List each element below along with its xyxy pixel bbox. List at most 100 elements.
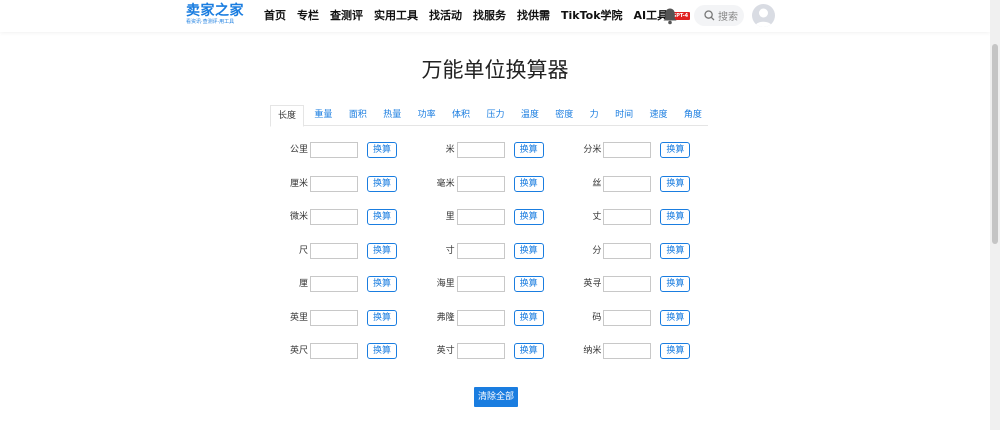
convert-button[interactable]: 换算 xyxy=(513,309,544,326)
logo-title: 卖家之家 xyxy=(186,3,244,19)
unit-label: 纳米 xyxy=(583,346,602,356)
unit-input[interactable] xyxy=(310,142,358,158)
unit-input[interactable] xyxy=(310,242,358,259)
convert-button[interactable]: 换算 xyxy=(660,276,691,292)
unit-input[interactable] xyxy=(456,175,505,192)
nav-events[interactable]: 找活动 xyxy=(429,9,462,23)
unit-cell: 微米 换算 xyxy=(270,209,417,243)
unit-cell: 弗隆 换算 xyxy=(417,309,564,344)
tab-force[interactable]: 力 xyxy=(584,105,605,125)
page-scrollbar[interactable] xyxy=(990,0,1000,430)
tab-heat[interactable]: 热量 xyxy=(377,105,407,125)
unit-cell: 丈 换算 xyxy=(563,209,710,243)
unit-cell: 英尺 换算 xyxy=(270,343,417,377)
unit-input[interactable] xyxy=(603,343,652,359)
tab-weight[interactable]: 重量 xyxy=(308,105,338,125)
nav-services[interactable]: 找服务 xyxy=(473,9,506,23)
convert-button[interactable]: 换算 xyxy=(660,175,691,192)
unit-label: 分 xyxy=(592,245,602,256)
convert-button[interactable]: 换算 xyxy=(513,175,544,192)
site-logo[interactable]: 卖家之家 看资讯·查测评·用工具 xyxy=(186,4,246,30)
convert-button[interactable]: 换算 xyxy=(660,142,691,158)
unit-row: 尺 换算 寸 换算 分 换算 xyxy=(270,242,710,277)
tab-time[interactable]: 时间 xyxy=(609,105,639,125)
unit-label: 海里 xyxy=(436,279,455,289)
unit-input[interactable] xyxy=(456,142,505,158)
unit-row: 英里 换算 弗隆 换算 码 换算 xyxy=(270,309,710,344)
unit-input[interactable] xyxy=(603,175,652,192)
unit-cell: 海里 换算 xyxy=(417,276,564,310)
unit-row: 厘 换算 海里 换算 英寻 换算 xyxy=(270,276,710,310)
convert-button[interactable]: 换算 xyxy=(660,242,691,259)
unit-label: 毫米 xyxy=(436,178,455,189)
search-button[interactable]: 搜索 xyxy=(694,5,744,26)
tab-angle[interactable]: 角度 xyxy=(678,105,708,125)
convert-button[interactable]: 换算 xyxy=(367,343,397,359)
tab-pressure[interactable]: 压力 xyxy=(480,105,510,125)
convert-button[interactable]: 换算 xyxy=(367,242,397,259)
tab-power[interactable]: 功率 xyxy=(412,105,442,125)
convert-button[interactable]: 换算 xyxy=(367,175,397,192)
unit-input[interactable] xyxy=(603,276,652,292)
tab-temperature[interactable]: 温度 xyxy=(515,105,545,125)
bell-icon[interactable] xyxy=(662,7,678,25)
convert-button[interactable]: 换算 xyxy=(513,242,544,259)
unit-cell: 纳米 换算 xyxy=(563,343,710,377)
convert-button[interactable]: 换算 xyxy=(367,276,397,292)
unit-label: 英尺 xyxy=(289,346,308,356)
nav-supply[interactable]: 找供需 xyxy=(517,9,550,23)
unit-input[interactable] xyxy=(456,276,505,292)
convert-button[interactable]: 换算 xyxy=(660,343,691,359)
logo-tagline: 看资讯·查测评·用工具 xyxy=(186,19,235,25)
nav-home[interactable]: 首页 xyxy=(264,9,286,23)
unit-label: 丝 xyxy=(592,178,602,189)
unit-input[interactable] xyxy=(456,343,505,359)
nav-reviews[interactable]: 查测评 xyxy=(330,9,363,23)
convert-button[interactable]: 换算 xyxy=(660,209,691,225)
unit-label: 厘米 xyxy=(289,178,308,189)
unit-input[interactable] xyxy=(603,242,652,259)
unit-label: 弗隆 xyxy=(436,312,455,323)
top-header: 卖家之家 看资讯·查测评·用工具 首页 专栏 查测评 实用工具 找活动 找服务 … xyxy=(0,0,990,32)
nav-tiktok[interactable]: TikTok学院 xyxy=(561,9,623,23)
clear-all-button[interactable]: 清除全部 xyxy=(474,387,518,407)
convert-button[interactable]: 换算 xyxy=(367,209,397,225)
unit-cell: 米 换算 xyxy=(417,142,564,176)
unit-label: 微米 xyxy=(289,212,308,222)
unit-input[interactable] xyxy=(310,209,358,225)
page-title: 万能单位换算器 xyxy=(421,58,569,82)
tab-area[interactable]: 面积 xyxy=(343,105,373,125)
unit-input[interactable] xyxy=(310,309,358,326)
avatar[interactable] xyxy=(752,4,775,27)
convert-button[interactable]: 换算 xyxy=(513,209,544,225)
unit-input[interactable] xyxy=(603,209,652,225)
convert-button[interactable]: 换算 xyxy=(367,142,397,158)
unit-input[interactable] xyxy=(456,242,505,259)
unit-label: 英寻 xyxy=(583,279,602,289)
scrollbar-thumb[interactable] xyxy=(992,44,998,244)
unit-cell: 码 换算 xyxy=(563,309,710,344)
unit-input[interactable] xyxy=(456,309,505,326)
unit-input[interactable] xyxy=(456,209,505,225)
unit-input[interactable] xyxy=(603,142,652,158)
unit-label: 英里 xyxy=(289,312,308,323)
tab-speed[interactable]: 速度 xyxy=(643,105,673,125)
convert-button[interactable]: 换算 xyxy=(513,142,544,158)
convert-button[interactable]: 换算 xyxy=(660,309,691,326)
unit-row: 微米 换算 里 换算 丈 换算 xyxy=(270,209,710,243)
tab-length[interactable]: 长度 xyxy=(270,105,305,127)
nav-tools[interactable]: 实用工具 xyxy=(374,9,418,23)
unit-input[interactable] xyxy=(310,276,358,292)
tab-density[interactable]: 密度 xyxy=(549,105,579,125)
unit-input[interactable] xyxy=(310,343,358,359)
convert-button[interactable]: 换算 xyxy=(513,343,544,359)
unit-cell: 毫米 换算 xyxy=(417,175,564,210)
nav-columns[interactable]: 专栏 xyxy=(297,9,319,23)
unit-input[interactable] xyxy=(310,175,358,192)
unit-row: 厘米 换算 毫米 换算 丝 换算 xyxy=(270,175,710,210)
convert-button[interactable]: 换算 xyxy=(513,276,544,292)
unit-cell: 分米 换算 xyxy=(563,142,710,176)
unit-input[interactable] xyxy=(603,309,652,326)
tab-volume[interactable]: 体积 xyxy=(446,105,476,125)
convert-button[interactable]: 换算 xyxy=(367,309,397,326)
